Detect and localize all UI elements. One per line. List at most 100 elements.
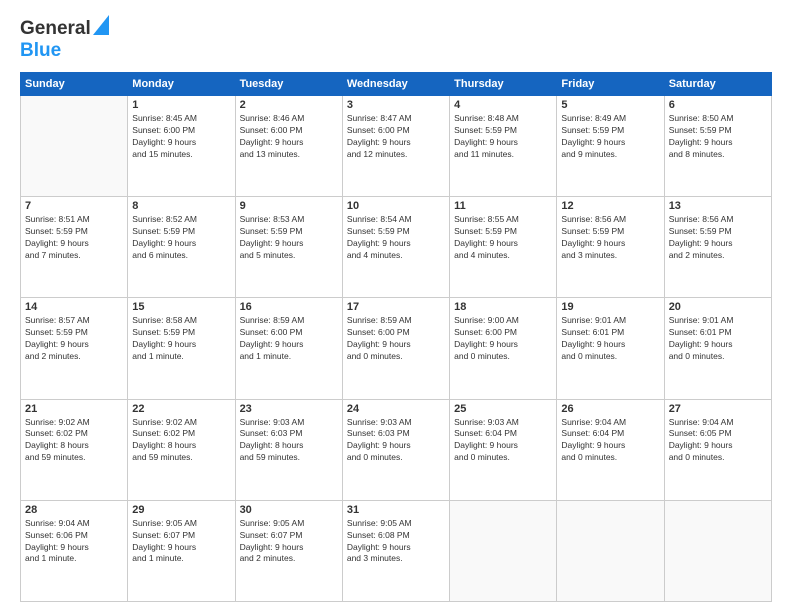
day-number: 17	[347, 301, 445, 313]
calendar-cell: 23 Sunrise: 9:03 AM Sunset: 6:03 PM Dayli…	[235, 399, 342, 500]
calendar-cell: 15 Sunrise: 8:58 AM Sunset: 5:59 PM Dayli…	[128, 298, 235, 399]
logo-blue-text: Blue	[20, 40, 61, 61]
week-row-2: 14 Sunrise: 8:57 AM Sunset: 5:59 PM Dayli…	[21, 298, 772, 399]
day-info: Sunrise: 9:00 AM Sunset: 6:00 PM Dayligh…	[454, 315, 552, 363]
weekday-header-tuesday: Tuesday	[235, 73, 342, 96]
day-info: Sunrise: 8:59 AM Sunset: 6:00 PM Dayligh…	[240, 315, 338, 363]
calendar-cell: 28 Sunrise: 9:04 AM Sunset: 6:06 PM Dayli…	[21, 500, 128, 601]
day-info: Sunrise: 8:47 AM Sunset: 6:00 PM Dayligh…	[347, 113, 445, 161]
calendar-cell: 20 Sunrise: 9:01 AM Sunset: 6:01 PM Dayli…	[664, 298, 771, 399]
calendar: SundayMondayTuesdayWednesdayThursdayFrid…	[20, 72, 772, 602]
day-number: 4	[454, 99, 552, 111]
calendar-cell	[21, 96, 128, 197]
day-info: Sunrise: 9:01 AM Sunset: 6:01 PM Dayligh…	[561, 315, 659, 363]
calendar-cell: 4Sunrise: 8:48 AM Sunset: 5:59 PM Daylig…	[450, 96, 557, 197]
calendar-cell: 27 Sunrise: 9:04 AM Sunset: 6:05 PM Dayli…	[664, 399, 771, 500]
day-info: Sunrise: 9:05 AM Sunset: 6:07 PM Dayligh…	[240, 518, 338, 566]
calendar-cell: 10 Sunrise: 8:54 AM Sunset: 5:59 PM Dayli…	[342, 197, 449, 298]
day-info: Sunrise: 8:56 AM Sunset: 5:59 PM Dayligh…	[561, 214, 659, 262]
day-info: Sunrise: 8:54 AM Sunset: 5:59 PM Dayligh…	[347, 214, 445, 262]
day-info: Sunrise: 9:02 AM Sunset: 6:02 PM Dayligh…	[25, 417, 123, 465]
day-info: Sunrise: 9:05 AM Sunset: 6:07 PM Dayligh…	[132, 518, 230, 566]
calendar-cell: 8 Sunrise: 8:52 AM Sunset: 5:59 PM Daylig…	[128, 197, 235, 298]
day-number: 22	[132, 403, 230, 415]
day-number: 27	[669, 403, 767, 415]
day-number: 14	[25, 301, 123, 313]
calendar-cell: 14 Sunrise: 8:57 AM Sunset: 5:59 PM Dayli…	[21, 298, 128, 399]
day-info: Sunrise: 9:01 AM Sunset: 6:01 PM Dayligh…	[669, 315, 767, 363]
day-info: Sunrise: 9:03 AM Sunset: 6:03 PM Dayligh…	[240, 417, 338, 465]
day-info: Sunrise: 9:04 AM Sunset: 6:06 PM Dayligh…	[25, 518, 123, 566]
logo: General Blue	[20, 18, 109, 62]
weekday-header-friday: Friday	[557, 73, 664, 96]
day-info: Sunrise: 8:59 AM Sunset: 6:00 PM Dayligh…	[347, 315, 445, 363]
calendar-cell: 22 Sunrise: 9:02 AM Sunset: 6:02 PM Dayli…	[128, 399, 235, 500]
calendar-cell	[664, 500, 771, 601]
day-info: Sunrise: 8:58 AM Sunset: 5:59 PM Dayligh…	[132, 315, 230, 363]
calendar-cell: 11 Sunrise: 8:55 AM Sunset: 5:59 PM Dayli…	[450, 197, 557, 298]
day-number: 21	[25, 403, 123, 415]
day-number: 12	[561, 200, 659, 212]
day-number: 9	[240, 200, 338, 212]
calendar-cell: 13 Sunrise: 8:56 AM Sunset: 5:59 PM Dayli…	[664, 197, 771, 298]
day-info: Sunrise: 9:04 AM Sunset: 6:05 PM Dayligh…	[669, 417, 767, 465]
day-number: 8	[132, 200, 230, 212]
calendar-cell: 18Sunrise: 9:00 AM Sunset: 6:00 PM Dayli…	[450, 298, 557, 399]
weekday-header-saturday: Saturday	[664, 73, 771, 96]
day-info: Sunrise: 8:56 AM Sunset: 5:59 PM Dayligh…	[669, 214, 767, 262]
day-number: 1	[132, 99, 230, 111]
day-number: 19	[561, 301, 659, 313]
week-row-1: 7 Sunrise: 8:51 AM Sunset: 5:59 PM Daylig…	[21, 197, 772, 298]
week-row-3: 21 Sunrise: 9:02 AM Sunset: 6:02 PM Dayli…	[21, 399, 772, 500]
day-number: 6	[669, 99, 767, 111]
day-info: Sunrise: 9:02 AM Sunset: 6:02 PM Dayligh…	[132, 417, 230, 465]
day-number: 13	[669, 200, 767, 212]
day-number: 10	[347, 200, 445, 212]
day-info: Sunrise: 8:57 AM Sunset: 5:59 PM Dayligh…	[25, 315, 123, 363]
calendar-cell: 25Sunrise: 9:03 AM Sunset: 6:04 PM Dayli…	[450, 399, 557, 500]
calendar-cell: 2 Sunrise: 8:46 AM Sunset: 6:00 PM Daylig…	[235, 96, 342, 197]
day-info: Sunrise: 8:50 AM Sunset: 5:59 PM Dayligh…	[669, 113, 767, 161]
day-number: 28	[25, 504, 123, 516]
day-info: Sunrise: 8:45 AM Sunset: 6:00 PM Dayligh…	[132, 113, 230, 161]
week-row-4: 28 Sunrise: 9:04 AM Sunset: 6:06 PM Dayli…	[21, 500, 772, 601]
week-row-0: 1 Sunrise: 8:45 AM Sunset: 6:00 PM Daylig…	[21, 96, 772, 197]
weekday-header-row: SundayMondayTuesdayWednesdayThursdayFrid…	[21, 73, 772, 96]
calendar-cell: 5Sunrise: 8:49 AM Sunset: 5:59 PM Daylig…	[557, 96, 664, 197]
day-number: 20	[669, 301, 767, 313]
calendar-cell: 26 Sunrise: 9:04 AM Sunset: 6:04 PM Dayli…	[557, 399, 664, 500]
day-number: 31	[347, 504, 445, 516]
calendar-cell: 1 Sunrise: 8:45 AM Sunset: 6:00 PM Daylig…	[128, 96, 235, 197]
day-number: 29	[132, 504, 230, 516]
weekday-header-thursday: Thursday	[450, 73, 557, 96]
page: General Blue SundayMondayTuesdayWednesda…	[0, 0, 792, 612]
day-info: Sunrise: 8:51 AM Sunset: 5:59 PM Dayligh…	[25, 214, 123, 262]
calendar-cell: 30 Sunrise: 9:05 AM Sunset: 6:07 PM Dayli…	[235, 500, 342, 601]
day-info: Sunrise: 9:05 AM Sunset: 6:08 PM Dayligh…	[347, 518, 445, 566]
day-number: 25	[454, 403, 552, 415]
weekday-header-monday: Monday	[128, 73, 235, 96]
calendar-cell: 19 Sunrise: 9:01 AM Sunset: 6:01 PM Dayli…	[557, 298, 664, 399]
day-info: Sunrise: 8:55 AM Sunset: 5:59 PM Dayligh…	[454, 214, 552, 262]
day-number: 23	[240, 403, 338, 415]
header: General Blue	[20, 18, 772, 62]
calendar-cell: 7 Sunrise: 8:51 AM Sunset: 5:59 PM Daylig…	[21, 197, 128, 298]
calendar-cell	[557, 500, 664, 601]
day-number: 26	[561, 403, 659, 415]
logo-general-text: General	[20, 18, 91, 40]
calendar-cell: 6 Sunrise: 8:50 AM Sunset: 5:59 PM Daylig…	[664, 96, 771, 197]
day-number: 30	[240, 504, 338, 516]
day-number: 2	[240, 99, 338, 111]
day-info: Sunrise: 8:52 AM Sunset: 5:59 PM Dayligh…	[132, 214, 230, 262]
day-info: Sunrise: 9:03 AM Sunset: 6:03 PM Dayligh…	[347, 417, 445, 465]
calendar-cell: 12 Sunrise: 8:56 AM Sunset: 5:59 PM Dayli…	[557, 197, 664, 298]
calendar-cell: 9Sunrise: 8:53 AM Sunset: 5:59 PM Daylig…	[235, 197, 342, 298]
day-number: 15	[132, 301, 230, 313]
day-number: 7	[25, 200, 123, 212]
weekday-header-wednesday: Wednesday	[342, 73, 449, 96]
calendar-cell: 29 Sunrise: 9:05 AM Sunset: 6:07 PM Dayli…	[128, 500, 235, 601]
day-number: 11	[454, 200, 552, 212]
day-info: Sunrise: 8:46 AM Sunset: 6:00 PM Dayligh…	[240, 113, 338, 161]
day-info: Sunrise: 9:04 AM Sunset: 6:04 PM Dayligh…	[561, 417, 659, 465]
logo-arrow-icon	[93, 15, 109, 40]
